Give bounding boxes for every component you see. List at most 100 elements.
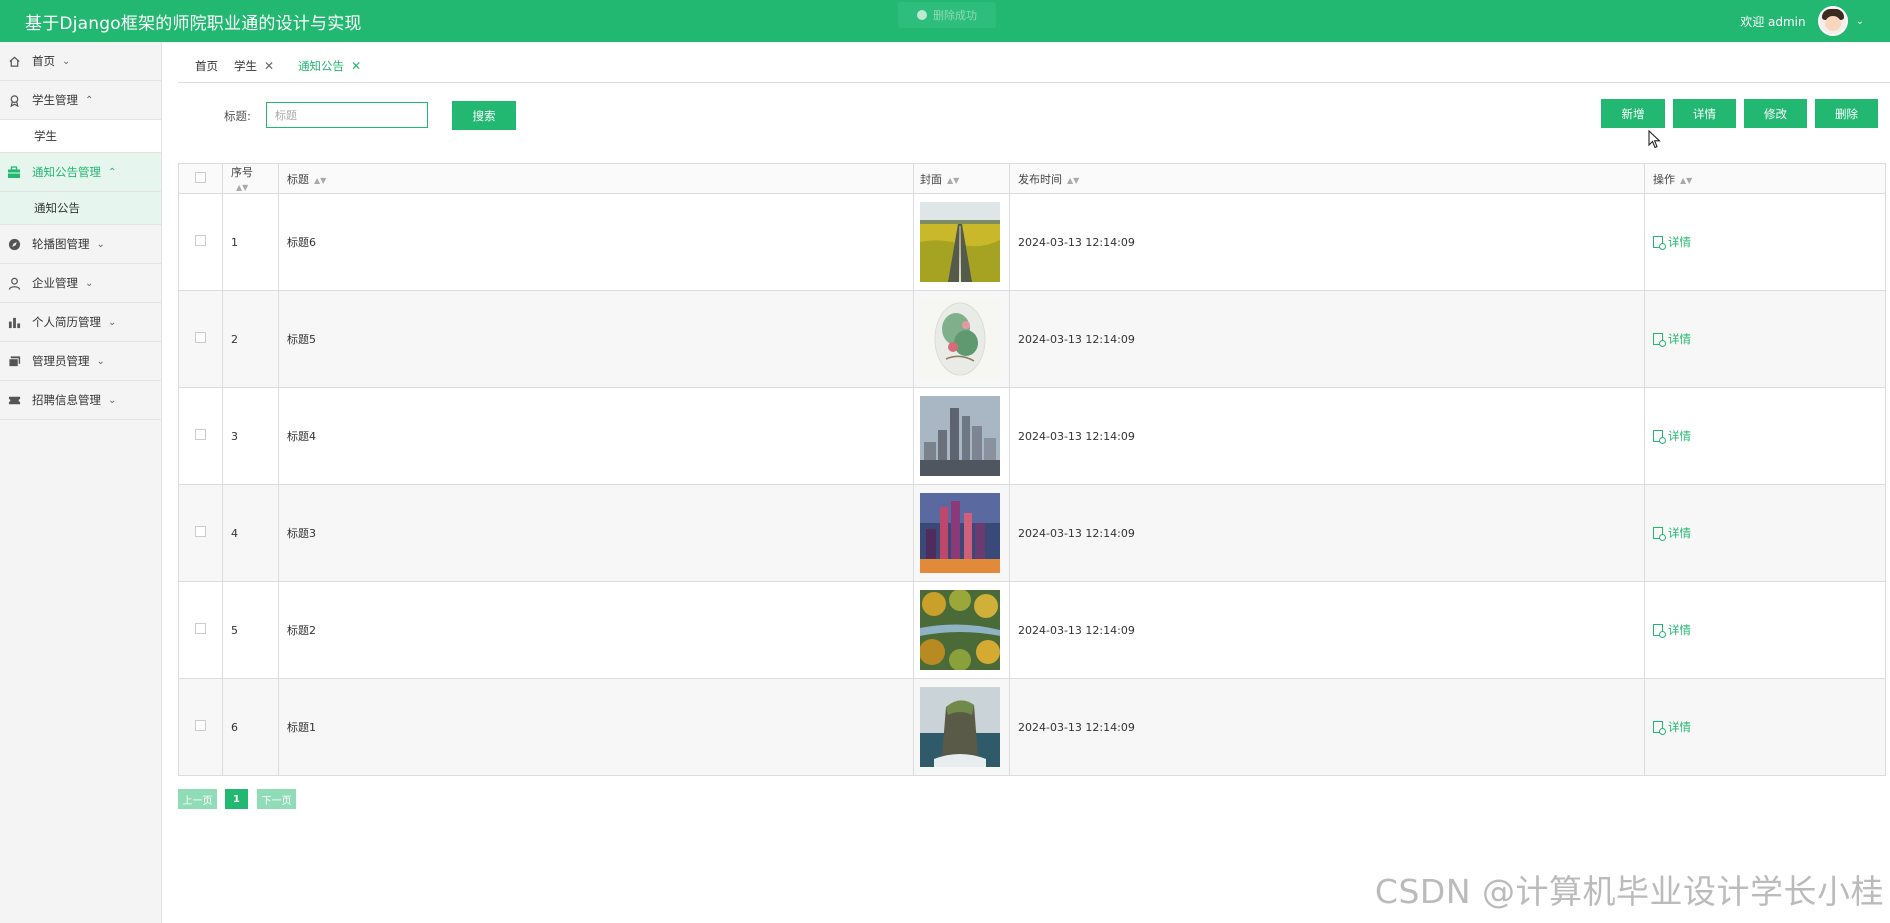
sidebar-item-label: 个人简历管理 xyxy=(32,315,101,329)
detail-icon xyxy=(1653,526,1666,541)
sort-icon[interactable]: ▲▼ xyxy=(1680,176,1692,185)
table-row[interactable]: 4 标题3 2024-03-13 12:14:09 详情 xyxy=(178,484,1886,582)
chevron-up-icon: ⌃ xyxy=(108,166,117,178)
cell-no: 5 xyxy=(222,581,279,679)
cover-thumbnail[interactable] xyxy=(920,590,1000,670)
header-title[interactable]: 标题 ▲▼ xyxy=(278,163,914,194)
welcome-text: 欢迎 admin xyxy=(1740,14,1806,29)
badge-icon xyxy=(7,93,21,107)
page-1-button[interactable]: 1 xyxy=(225,789,248,809)
close-icon[interactable]: ✕ xyxy=(264,59,274,73)
add-button[interactable]: 新增 xyxy=(1601,99,1665,128)
delete-button[interactable]: 删除 xyxy=(1815,99,1878,128)
cell-no: 3 xyxy=(222,387,279,485)
close-icon[interactable]: ✕ xyxy=(351,59,361,73)
chevron-up-icon: ⌃ xyxy=(85,94,94,106)
briefcase-icon xyxy=(7,165,21,179)
avatar[interactable] xyxy=(1817,6,1848,36)
row-checkbox[interactable] xyxy=(195,526,206,537)
table-header-row: 序号▲▼ 标题 ▲▼ 封面 ▲▼ 发布时间 ▲▼ 操作 ▲▼ xyxy=(178,163,1886,194)
next-page-button[interactable]: 下一页 xyxy=(257,789,296,809)
sidebar-item-label: 首页 xyxy=(32,54,55,68)
select-all-checkbox[interactable] xyxy=(195,171,206,183)
cover-thumbnail[interactable] xyxy=(920,202,1000,282)
cover-thumbnail[interactable] xyxy=(920,687,1000,767)
sort-icon[interactable]: ▲▼ xyxy=(1067,176,1079,185)
table-row[interactable]: 5 标题2 2024-03-13 12:14:09 详情 xyxy=(178,581,1886,679)
row-detail-link[interactable]: 详情 xyxy=(1653,331,1691,347)
user-area[interactable]: 欢迎 admin ⌄ xyxy=(1740,6,1864,36)
row-detail-link[interactable]: 详情 xyxy=(1653,234,1691,250)
sidebar-item-notices[interactable]: 通知公告管理 ⌃ xyxy=(0,153,161,192)
detail-icon xyxy=(1653,332,1666,347)
sidebar-item-companies[interactable]: 企业管理 ⌄ xyxy=(0,264,161,303)
sidebar-item-label: 管理员管理 xyxy=(32,354,90,368)
row-detail-link[interactable]: 详情 xyxy=(1653,428,1691,444)
header-no[interactable]: 序号▲▼ xyxy=(222,163,279,194)
detail-button[interactable]: 详情 xyxy=(1673,99,1736,128)
sidebar-subitem-notice[interactable]: 通知公告 xyxy=(0,192,161,225)
watermark: CSDN @计算机毕业设计学长小桂 xyxy=(1374,872,1884,911)
header-ops[interactable]: 操作 ▲▼ xyxy=(1644,163,1886,194)
cell-title: 标题6 xyxy=(278,193,914,291)
sidebar-subitem-student[interactable]: 学生 xyxy=(0,120,161,153)
search-label: 标题: xyxy=(224,109,251,123)
sidebar-item-label: 企业管理 xyxy=(32,276,78,290)
sidebar-item-home[interactable]: 首页 ⌄ xyxy=(0,42,161,81)
sidebar-item-label: 通知公告管理 xyxy=(32,165,101,179)
cell-title: 标题3 xyxy=(278,484,914,582)
cell-time: 2024-03-13 12:14:09 xyxy=(1009,290,1645,388)
tab-bar: 首页 学生 ✕ 通知公告 ✕ xyxy=(178,50,1890,83)
cell-title: 标题5 xyxy=(278,290,914,388)
row-detail-link[interactable]: 详情 xyxy=(1653,719,1691,735)
row-checkbox[interactable] xyxy=(195,429,206,440)
tab-students[interactable]: 学生 ✕ xyxy=(230,50,292,83)
sidebar-subitem-label: 通知公告 xyxy=(34,201,80,215)
header-time[interactable]: 发布时间 ▲▼ xyxy=(1009,163,1645,194)
cell-time: 2024-03-13 12:14:09 xyxy=(1009,581,1645,679)
sidebar-item-resumes[interactable]: 个人简历管理 ⌄ xyxy=(0,303,161,342)
sidebar-item-label: 招聘信息管理 xyxy=(32,393,101,407)
chart-icon xyxy=(7,315,21,329)
cell-no: 6 xyxy=(222,678,279,776)
table-row[interactable]: 2 标题5 2024-03-13 12:14:09 详情 xyxy=(178,290,1886,388)
sort-icon[interactable]: ▲▼ xyxy=(947,176,959,185)
cover-thumbnail[interactable] xyxy=(920,493,1000,573)
chevron-down-icon[interactable]: ⌄ xyxy=(1856,16,1864,27)
sidebar-item-students[interactable]: 学生管理 ⌃ xyxy=(0,81,161,120)
table-row[interactable]: 6 标题1 2024-03-13 12:14:09 详情 xyxy=(178,678,1886,776)
row-detail-link[interactable]: 详情 xyxy=(1653,622,1691,638)
sort-icon[interactable]: ▲▼ xyxy=(236,183,248,192)
cover-thumbnail[interactable] xyxy=(920,396,1000,476)
tab-notices[interactable]: 通知公告 ✕ xyxy=(292,50,379,83)
sidebar-item-jobs[interactable]: 招聘信息管理 ⌄ xyxy=(0,381,161,420)
cover-thumbnail[interactable] xyxy=(920,299,1000,379)
sort-icon[interactable]: ▲▼ xyxy=(314,176,326,185)
ticket-icon xyxy=(7,393,21,407)
chevron-down-icon: ⌄ xyxy=(85,277,94,289)
tab-label: 通知公告 xyxy=(298,59,345,73)
tab-home[interactable]: 首页 xyxy=(178,50,230,83)
row-detail-link[interactable]: 详情 xyxy=(1653,525,1691,541)
sidebar-item-admins[interactable]: 管理员管理 ⌄ xyxy=(0,342,161,381)
row-checkbox[interactable] xyxy=(195,332,206,343)
sidebar-item-label: 轮播图管理 xyxy=(32,237,90,251)
success-toast: 删除成功 xyxy=(898,2,996,28)
compass-icon xyxy=(7,237,21,251)
cell-title: 标题4 xyxy=(278,387,914,485)
toast-text: 删除成功 xyxy=(933,9,977,22)
row-checkbox[interactable] xyxy=(195,235,206,246)
search-button[interactable]: 搜索 xyxy=(452,101,516,130)
row-checkbox[interactable] xyxy=(195,720,206,731)
prev-page-button[interactable]: 上一页 xyxy=(178,789,217,809)
mouse-cursor-icon xyxy=(1648,130,1661,149)
app-title: 基于Django框架的师院职业通的设计与实现 xyxy=(25,13,362,34)
folders-icon xyxy=(7,354,21,368)
table-row[interactable]: 3 标题4 2024-03-13 12:14:09 详情 xyxy=(178,387,1886,485)
row-checkbox[interactable] xyxy=(195,623,206,634)
table-row[interactable]: 1 标题6 2024-03-13 12:14:09 详情 xyxy=(178,193,1886,291)
sidebar-item-carousel[interactable]: 轮播图管理 ⌄ xyxy=(0,225,161,264)
edit-button[interactable]: 修改 xyxy=(1744,99,1807,128)
title-search-input[interactable] xyxy=(266,102,428,128)
header-cover[interactable]: 封面 ▲▼ xyxy=(913,163,1010,194)
